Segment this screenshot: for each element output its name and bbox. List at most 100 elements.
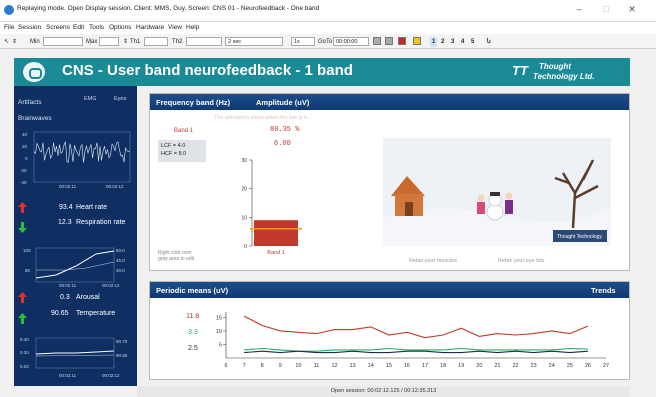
lcf-value: LCF = 4.0 bbox=[161, 143, 186, 149]
menu-view[interactable]: View bbox=[168, 24, 182, 31]
bar-y-tick-label: 0 bbox=[244, 244, 247, 250]
bar-y-tick-label: 10 bbox=[241, 215, 247, 221]
trend-x-tick-label: 19 bbox=[458, 363, 464, 369]
time-window-select[interactable]: 2 sec bbox=[225, 37, 283, 46]
menu-options[interactable]: Options bbox=[109, 24, 131, 31]
periodic-means-panel: Periodic means (uV) Trends 11.8 3.3 2.5 … bbox=[149, 281, 630, 380]
percent-value: 80.35 % bbox=[270, 126, 300, 134]
eeg-trace bbox=[33, 131, 131, 183]
hcf-value: HCF = 8.0 bbox=[161, 151, 187, 157]
menu-tools[interactable]: Tools bbox=[89, 24, 104, 31]
trend-x-tick-label: 8 bbox=[261, 363, 264, 369]
app-window: Replaying mode. Open Display session. Cl… bbox=[0, 0, 656, 397]
trend-x-tick-label: 15 bbox=[386, 363, 392, 369]
screen-title: CNS - User band neurofeedback - 1 band bbox=[62, 62, 353, 79]
trend-x-tick-label: 24 bbox=[549, 363, 555, 369]
band-settings-box[interactable]: LCF = 4.0 HCF = 8.0 bbox=[158, 140, 206, 162]
respiration-value: 12.3 bbox=[58, 219, 72, 226]
th2-label: Th2 bbox=[172, 39, 183, 45]
frequency-band-title: Frequency band (Hz) bbox=[156, 98, 231, 107]
th2-field[interactable] bbox=[186, 37, 222, 46]
trend-x-tick-label: 26 bbox=[585, 363, 591, 369]
arousal-arrow-up-icon bbox=[18, 292, 27, 303]
scene-watermark: Thought Technology bbox=[557, 234, 602, 240]
stepper-icon[interactable]: ⇕ bbox=[123, 37, 128, 47]
amplitude-bar-chart: 30 20 10 0 Band 1 bbox=[241, 158, 302, 256]
relax-eyelids-label: Relax your eye lids bbox=[498, 258, 545, 264]
play-icon[interactable] bbox=[373, 37, 381, 45]
eeg-ytick: -40 bbox=[20, 180, 27, 185]
menu-screens[interactable]: Screens bbox=[46, 24, 70, 31]
maximize-button[interactable]: □ bbox=[599, 4, 613, 14]
trends-title: Trends bbox=[591, 286, 616, 295]
frequency-band-panel: Frequency band (Hz) Amplitude (uV) Band … bbox=[149, 93, 630, 271]
brand-line2: Technology Ltd. bbox=[533, 72, 595, 81]
resp-ytick: 100 bbox=[23, 248, 31, 253]
mark-icon[interactable] bbox=[413, 37, 421, 45]
company-logo: TT Thought Technology Ltd. bbox=[512, 61, 627, 83]
pause-icon[interactable] bbox=[385, 37, 393, 45]
periodic-panel-header: Periodic means (uV) Trends bbox=[150, 282, 629, 298]
trend-x-tick-label: 7 bbox=[243, 363, 246, 369]
max-field[interactable] bbox=[99, 37, 119, 46]
respiration-label: Respiration rate bbox=[76, 219, 126, 226]
menu-edit[interactable]: Edit bbox=[73, 24, 84, 31]
th1-label: Th1 bbox=[130, 39, 141, 45]
menu-file[interactable]: File bbox=[4, 24, 14, 31]
animation-note: The animation starts when the bar is b..… bbox=[214, 115, 312, 121]
legend-value-red: 11.8 bbox=[186, 313, 200, 320]
brainwaves-label: Brainwaves bbox=[18, 115, 52, 122]
trend-y-tick-label: 10 bbox=[216, 329, 222, 335]
brand-line1: Thought bbox=[539, 62, 571, 71]
record-icon[interactable] bbox=[398, 37, 406, 45]
resp-ytick-right: 45.0 bbox=[116, 258, 125, 263]
scale-icon[interactable]: ⇕ bbox=[12, 37, 17, 47]
main-area: Frequency band (Hz) Amplitude (uV) Band … bbox=[137, 86, 630, 386]
close-button[interactable]: ✕ bbox=[625, 4, 639, 15]
winter-scene-animation: Thought Technology bbox=[383, 138, 611, 246]
artifacts-label: Artifacts bbox=[18, 99, 42, 106]
arousal-value: 0.3 bbox=[60, 294, 70, 301]
arousal-label: Arousal bbox=[76, 294, 100, 301]
trend-x-tick-label: 21 bbox=[494, 363, 500, 369]
minimize-button[interactable]: – bbox=[572, 4, 586, 14]
eeg-xtick: 00:02:11 bbox=[59, 184, 77, 189]
screen-2-button[interactable]: 2 bbox=[441, 37, 444, 47]
menu-help[interactable]: Help bbox=[186, 24, 199, 31]
temperature-arrow-up-icon bbox=[18, 313, 27, 324]
trend-x-tick-label: 11 bbox=[314, 363, 320, 369]
goto-field[interactable]: 00:00:00 bbox=[333, 37, 369, 46]
eyes-label: Eyes bbox=[114, 96, 127, 102]
trend-x-tick-label: 22 bbox=[512, 363, 518, 369]
min-field[interactable] bbox=[43, 37, 83, 46]
temperature-chart: 0.40 0.30 0.20 90.70 90.60 00:02:11 00:0… bbox=[14, 336, 137, 384]
periodic-means-title: Periodic means (uV) bbox=[156, 286, 229, 295]
eeg-chart: 40 20 0 -20 -40 00:02:11 00:02:12 bbox=[14, 130, 137, 190]
pointer-icon[interactable]: ↖ bbox=[4, 37, 9, 47]
layout-icon[interactable]: Ⴑ bbox=[487, 37, 491, 47]
right-click-hint: Right click over gray area to edit bbox=[158, 250, 195, 262]
legend-value-green: 3.3 bbox=[188, 329, 198, 336]
resp-ytick: 80 bbox=[25, 268, 31, 273]
screen-3-button[interactable]: 3 bbox=[451, 37, 454, 47]
min-label: Min bbox=[30, 39, 40, 45]
trend-x-tick-label: 9 bbox=[279, 363, 282, 369]
menu-hardware[interactable]: Hardware bbox=[136, 24, 164, 31]
temp-xtick: 00:02:12 bbox=[102, 373, 120, 378]
temp-ytick: 0.20 bbox=[20, 364, 29, 369]
screen-5-button[interactable]: 5 bbox=[471, 37, 474, 47]
max-label: Max bbox=[86, 39, 98, 45]
relax-muscles-label: Relax your muscles bbox=[409, 258, 457, 264]
speed-select[interactable]: 1x bbox=[291, 37, 315, 46]
brain-logo-icon bbox=[23, 62, 45, 82]
screen-4-button[interactable]: 4 bbox=[461, 37, 464, 47]
trend-x-tick-label: 12 bbox=[332, 363, 338, 369]
menu-session[interactable]: Session bbox=[18, 24, 41, 31]
th1-field[interactable] bbox=[144, 37, 168, 46]
temp-xtick: 00:02:11 bbox=[59, 373, 77, 378]
bar-y-tick-label: 20 bbox=[241, 187, 247, 193]
eeg-ytick: 40 bbox=[22, 132, 28, 137]
temp-ytick: 0.40 bbox=[20, 337, 29, 342]
amplitude-title: Amplitude (uV) bbox=[256, 98, 310, 107]
screen-1-button[interactable]: 1 bbox=[430, 37, 438, 47]
